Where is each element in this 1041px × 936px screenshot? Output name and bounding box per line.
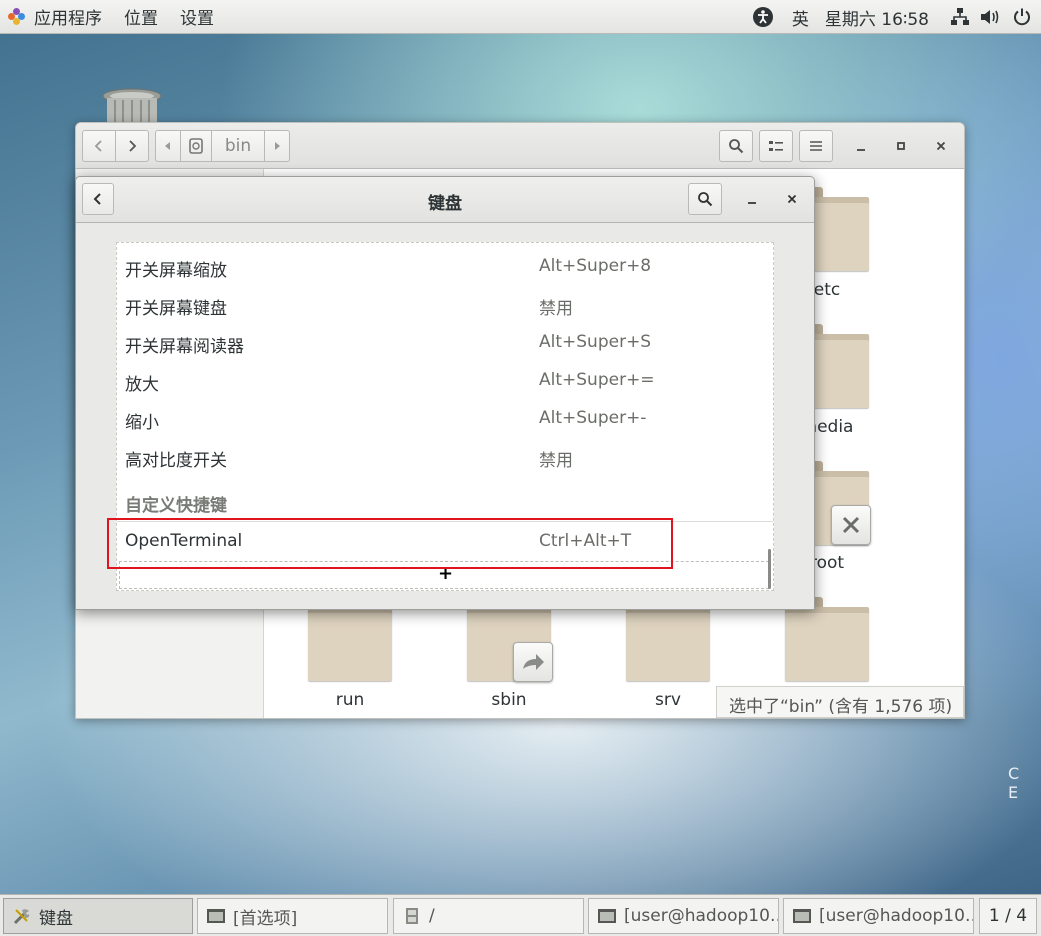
close-button[interactable] [775,183,809,215]
close-button[interactable] [924,130,958,162]
folder-label: srv [655,690,681,710]
symlink-badge [513,642,553,682]
back-button[interactable] [82,130,116,162]
applications-label: 应用程序 [34,9,102,29]
minimize-button[interactable] [844,130,878,162]
shortcut-accel: Alt+Super+- [539,408,647,428]
shortcut-name: 放大 [125,375,159,395]
path-root-button[interactable] [180,130,212,162]
shortcut-name: 开关屏幕阅读器 [125,337,244,357]
path-segment-bin[interactable]: bin [211,130,265,162]
custom-shortcuts-heading: 自定义快捷键 [125,496,227,516]
clock-label: 星期六 16∶58 [824,9,929,30]
shortcut-name: 缩小 [125,413,159,433]
hamburger-icon [810,141,822,151]
places-menu[interactable]: 位置 [113,0,169,34]
arrow-curved-icon [523,654,544,670]
path-scroll-right-button[interactable] [264,130,290,162]
maximize-icon [897,142,905,150]
shortcut-row[interactable]: 高对比度开关 禁用 [117,438,773,476]
highlight-annotation [107,518,673,569]
shortcut-row[interactable]: 放大 Alt+Super+= [117,362,773,400]
search-icon [698,192,713,207]
list-view-icon [769,141,783,151]
shortcut-name: 开关屏幕缩放 [125,261,227,281]
selection-status-label: 选中了“bin” (含有 1,576 项) [729,697,953,717]
accessibility-icon[interactable] [752,6,774,28]
window-icon [207,909,225,923]
file-cabinet-icon [406,908,418,924]
task-terminal-2[interactable]: [user@hadoop10… [783,898,974,934]
top-bar: 应用程序 位置 设置 英 星期六 16∶58 [0,0,1041,34]
menu-button[interactable] [799,130,833,162]
forward-button[interactable] [115,130,149,162]
shortcut-row[interactable]: 开关屏幕缩放 Alt+Super+8 [117,248,773,286]
workspace-pager[interactable]: 1 / 4 [979,898,1037,934]
folder-label: sbin [491,690,527,710]
shortcut-row[interactable]: 开关屏幕键盘 禁用 [117,286,773,324]
terminal-icon [598,909,616,923]
input-method-label: 英 [791,9,809,30]
power-icon[interactable] [1011,6,1033,28]
clock[interactable]: 星期六 16∶58 [817,0,943,34]
task-label: [首选项] [233,908,298,929]
search-button[interactable] [719,130,753,162]
pager-label: 1 / 4 [988,906,1028,926]
triangle-right-icon [275,142,280,150]
search-button[interactable] [688,183,722,215]
file-manager-headerbar: bin [76,123,964,169]
applications-menu[interactable]: 应用程序 [0,0,113,34]
shortcut-accel: 禁用 [539,299,573,319]
scrollbar[interactable] [768,549,771,589]
task-label: [user@hadoop10… [624,906,779,926]
shortcut-accel: Alt+Super+8 [539,256,652,276]
view-toggle-button[interactable] [759,130,793,162]
settings-menu[interactable]: 设置 [169,0,225,34]
triangle-left-icon [165,142,170,150]
keyboard-headerbar: 键盘 [76,177,814,223]
terminal-icon [793,909,811,923]
trash-icon[interactable] [101,86,163,126]
drive-icon [189,138,203,154]
shortcut-name: 开关屏幕键盘 [125,299,227,319]
desktop-watermark-text: C E [1008,764,1025,802]
volume-icon[interactable] [979,6,1001,28]
task-keyboard[interactable]: 键盘 [3,898,193,934]
task-label: [user@hadoop10… [819,906,974,926]
minimize-icon [857,149,865,151]
shortcut-row[interactable]: 缩小 Alt+Super+- [117,400,773,438]
path-segment-label: bin [224,136,252,156]
close-icon [842,516,860,534]
shortcut-accel: Alt+Super+S [539,332,652,352]
input-method-indicator[interactable]: 英 [784,0,817,34]
search-icon [729,139,744,154]
shortcut-row[interactable]: 开关屏幕阅读器 Alt+Super+S [117,324,773,362]
task-file-manager[interactable]: / [393,898,584,934]
close-icon [936,141,946,151]
shortcut-name: 高对比度开关 [125,451,227,471]
unmount-button[interactable] [831,505,871,545]
task-label: 键盘 [39,908,73,929]
settings-label: 设置 [180,9,214,29]
close-icon [787,194,797,204]
folder-label: run [335,690,365,710]
taskbar: 键盘 [首选项] / [user@hadoop10… [user@hadoop1… [0,894,1041,936]
network-icon[interactable] [949,6,971,28]
places-label: 位置 [124,9,158,29]
path-scroll-left-button[interactable] [155,130,181,162]
task-terminal-1[interactable]: [user@hadoop10… [588,898,779,934]
gnome-foot-icon [8,7,26,26]
maximize-button[interactable] [884,130,918,162]
task-label: / [429,906,435,926]
minimize-icon [748,202,756,204]
task-preferences[interactable]: [首选项] [197,898,388,934]
chevron-left-icon [94,140,102,152]
minimize-button[interactable] [735,183,769,215]
settings-tool-icon [13,909,30,925]
selection-status: 选中了“bin” (含有 1,576 项) [716,686,964,718]
chevron-right-icon [129,140,137,152]
shortcut-accel: 禁用 [539,451,573,471]
shortcut-accel: Alt+Super+= [539,370,655,390]
